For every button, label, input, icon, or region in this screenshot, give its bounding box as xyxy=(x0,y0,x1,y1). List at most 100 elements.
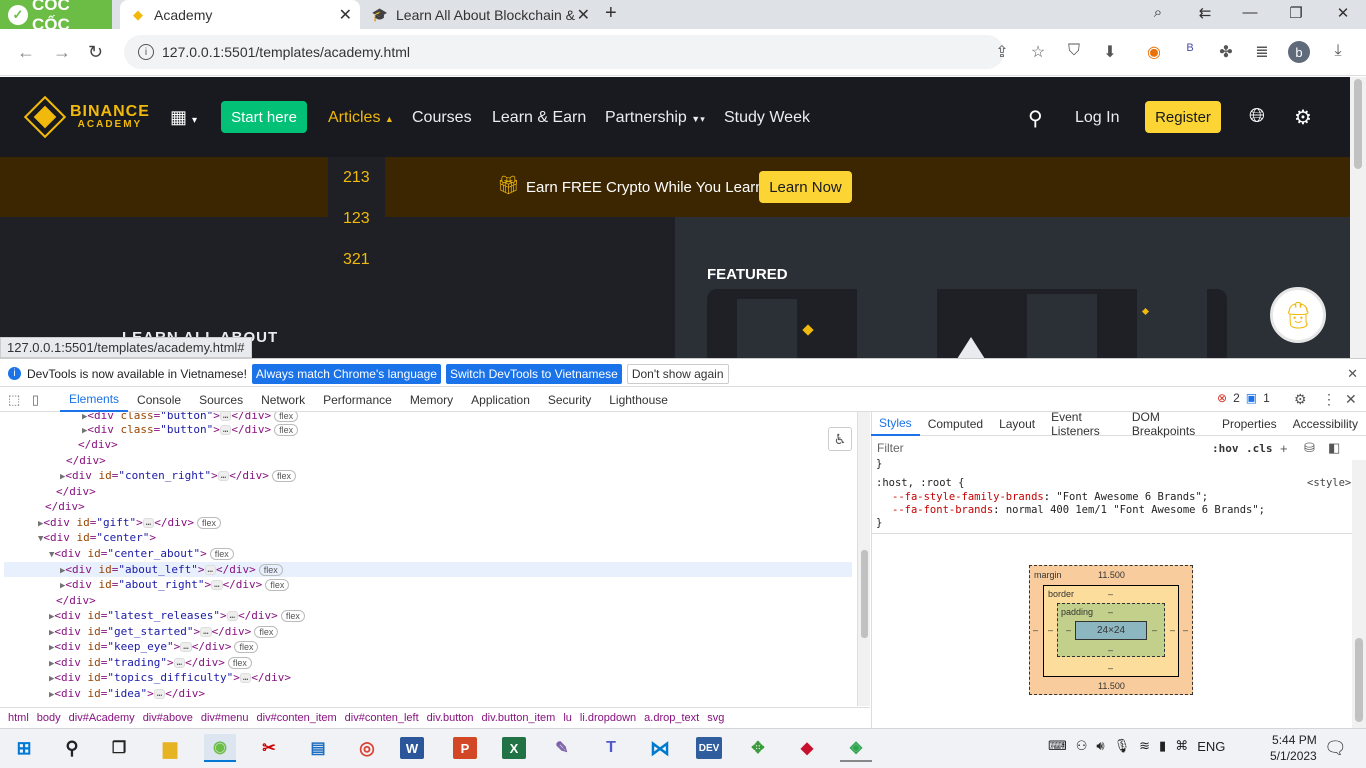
git-app-icon[interactable]: ◈ xyxy=(840,734,872,762)
close-window-icon[interactable]: ✕ xyxy=(1333,4,1353,22)
tab-accessibility[interactable]: Accessibility xyxy=(1285,412,1366,436)
hov-toggle[interactable]: :hov xyxy=(1212,442,1239,455)
coccoc-taskbar-icon[interactable]: ◉ xyxy=(204,734,236,762)
box-model-content[interactable]: 24×24 xyxy=(1075,621,1147,640)
dom-node[interactable]: </div> xyxy=(66,453,106,468)
border-bottom-value[interactable]: – xyxy=(1108,663,1113,673)
extension-b-icon[interactable]: B xyxy=(1179,42,1201,54)
battery-icon[interactable]: ▮ xyxy=(1159,738,1166,754)
nav-learn-earn[interactable]: Learn & Earn xyxy=(492,109,586,127)
chrome-icon[interactable]: ◎ xyxy=(351,734,383,762)
dom-node[interactable]: </div> xyxy=(45,499,85,514)
nav-courses[interactable]: Courses xyxy=(412,109,472,127)
breadcrumb-item[interactable]: div.button xyxy=(427,712,474,724)
tab-layout[interactable]: Layout xyxy=(991,412,1043,436)
scrollbar-thumb[interactable] xyxy=(1355,638,1363,722)
dom-node[interactable]: </div> xyxy=(56,593,96,608)
paint-app-icon[interactable]: ✎ xyxy=(546,734,578,762)
tab-computed[interactable]: Computed xyxy=(920,412,991,436)
apps-grid-icon[interactable]: ▦ ▾ xyxy=(170,107,197,128)
tab-security[interactable]: Security xyxy=(539,388,600,412)
tools-app-icon[interactable]: ✥ xyxy=(742,734,774,762)
wifi-icon[interactable]: ≋ xyxy=(1139,738,1150,754)
dom-node[interactable]: ▶<div id="gift">… </div> flex xyxy=(38,515,221,530)
dom-node[interactable]: ▶<div id="about_right">… </div> flex xyxy=(60,577,290,592)
search-tabs-icon[interactable]: ⌕ xyxy=(1148,4,1168,21)
reload-icon[interactable]: ↻ xyxy=(88,42,103,63)
red-app-icon[interactable]: ◆ xyxy=(791,734,823,762)
dont-show-again-button[interactable]: Don't show again xyxy=(626,363,729,384)
devtools-close-icon[interactable]: ✕ xyxy=(1345,391,1357,408)
breadcrumb-item[interactable]: div#conten_left xyxy=(345,712,419,724)
new-rule-icon[interactable]: + xyxy=(1280,441,1288,456)
breadcrumb-item[interactable]: body xyxy=(37,712,61,724)
settings-gear-icon[interactable]: ⚙ xyxy=(1294,105,1312,130)
new-tab-icon[interactable]: + xyxy=(605,2,617,25)
dom-node[interactable]: ▼<div id="center_about"> flex xyxy=(49,546,234,561)
task-view-icon[interactable]: ❐ xyxy=(103,734,135,762)
styles-scrollbar[interactable] xyxy=(1352,460,1366,728)
windows-start-icon[interactable]: ⊞ xyxy=(8,734,40,762)
tab-lighthouse[interactable]: Lighthouse xyxy=(600,388,677,412)
padding-bottom-value[interactable]: – xyxy=(1108,645,1113,655)
volume-icon[interactable]: 🔊︎ xyxy=(1096,738,1104,754)
breadcrumb-item[interactable]: div.button_item xyxy=(482,712,556,724)
dom-node[interactable]: ▼<div id="center"> xyxy=(38,530,156,545)
tab-styles[interactable]: Styles xyxy=(871,412,920,436)
shield-icon[interactable]: ⛉ xyxy=(1063,42,1085,60)
close-notice-icon[interactable]: ✕ xyxy=(1347,366,1358,382)
devtools-more-icon[interactable]: ⋮ xyxy=(1322,391,1336,408)
tab-sources[interactable]: Sources xyxy=(190,388,252,412)
cls-toggle[interactable]: .cls xyxy=(1246,442,1273,455)
margin-bottom-value[interactable]: 11.500 xyxy=(1098,681,1125,691)
minimize-icon[interactable]: — xyxy=(1240,4,1260,21)
support-chat-avatar[interactable]: 👷︎ xyxy=(1270,287,1326,343)
css-declaration[interactable]: --fa-font-brands: normal 400 1em/1 "Font… xyxy=(892,504,1265,516)
border-right-value[interactable]: – xyxy=(1170,625,1175,635)
rule-source-link[interactable]: <style> xyxy=(1307,477,1351,489)
dropdown-item[interactable]: 123 xyxy=(343,210,370,228)
start-here-button[interactable]: Start here xyxy=(221,101,307,133)
share-icon[interactable]: ⇪ xyxy=(991,42,1013,62)
globe-icon[interactable]: 🌐︎ xyxy=(1249,105,1265,128)
tab-network[interactable]: Network xyxy=(252,388,314,412)
tab-dom-breakpoints[interactable]: DOM Breakpoints xyxy=(1124,410,1214,438)
border-left-value[interactable]: – xyxy=(1048,625,1053,635)
dom-node[interactable]: ▶<div id="latest_releases">… </div> flex xyxy=(49,608,305,623)
breadcrumb-item[interactable]: svg xyxy=(707,712,724,724)
scrollbar-thumb[interactable] xyxy=(1354,79,1362,169)
profile-avatar[interactable]: b xyxy=(1288,41,1310,63)
breadcrumb-item[interactable]: div#Academy xyxy=(69,712,135,724)
tab-properties[interactable]: Properties xyxy=(1214,412,1285,436)
dom-node[interactable]: ▶<div id="idea">… </div> xyxy=(49,686,205,701)
breadcrumb-item[interactable]: li.dropdown xyxy=(580,712,636,724)
device-toolbar-icon[interactable]: ▯ xyxy=(32,392,39,407)
tab-performance[interactable]: Performance xyxy=(314,388,401,412)
language-indicator[interactable]: ENG xyxy=(1197,739,1225,754)
page-scrollbar[interactable] xyxy=(1350,77,1366,358)
dom-node[interactable]: ▶<div id="conten_right">… </div> flex xyxy=(60,468,296,483)
dom-node[interactable]: ▶<div id="topics_difficulty">… </div> xyxy=(49,670,291,685)
learn-now-button[interactable]: Learn Now xyxy=(759,171,852,203)
toggle-sidebar-icon[interactable]: ◧ xyxy=(1328,440,1340,456)
snipping-tool-icon[interactable]: ✂ xyxy=(253,734,285,762)
word-icon[interactable]: W xyxy=(400,737,424,759)
styles-filter-input[interactable]: Filter :hov .cls + ⛁ ◧ xyxy=(872,437,1352,459)
vscode-icon[interactable]: ⋈ xyxy=(644,734,676,762)
nav-study-week[interactable]: Study Week xyxy=(724,109,810,127)
clock[interactable]: 5:44 PM 5/1/2023 xyxy=(1270,732,1317,764)
login-link[interactable]: Log In xyxy=(1075,109,1119,127)
dom-node-selected[interactable]: ▶<div id="about_left">… </div> flex xyxy=(60,562,283,577)
breadcrumb-item[interactable]: div#menu xyxy=(201,712,249,724)
binance-academy-logo[interactable]: BINANCE ACADEMY xyxy=(23,95,150,139)
dom-node[interactable]: ▶<div class="button">… </div> flex xyxy=(82,422,299,437)
dom-node[interactable]: ▶<div id="get_started">… </div> flex xyxy=(49,624,279,639)
back-icon[interactable]: ← xyxy=(17,42,35,63)
teams-icon[interactable]: T xyxy=(595,734,627,762)
forward-icon[interactable]: → xyxy=(53,42,71,63)
scrollbar-thumb[interactable] xyxy=(861,550,868,638)
border-top-value[interactable]: – xyxy=(1108,589,1113,599)
search-icon[interactable]: ⚲ xyxy=(1028,106,1043,131)
devtools-settings-icon[interactable]: ⚙ xyxy=(1294,391,1307,408)
dropdown-item[interactable]: 321 xyxy=(343,251,370,269)
